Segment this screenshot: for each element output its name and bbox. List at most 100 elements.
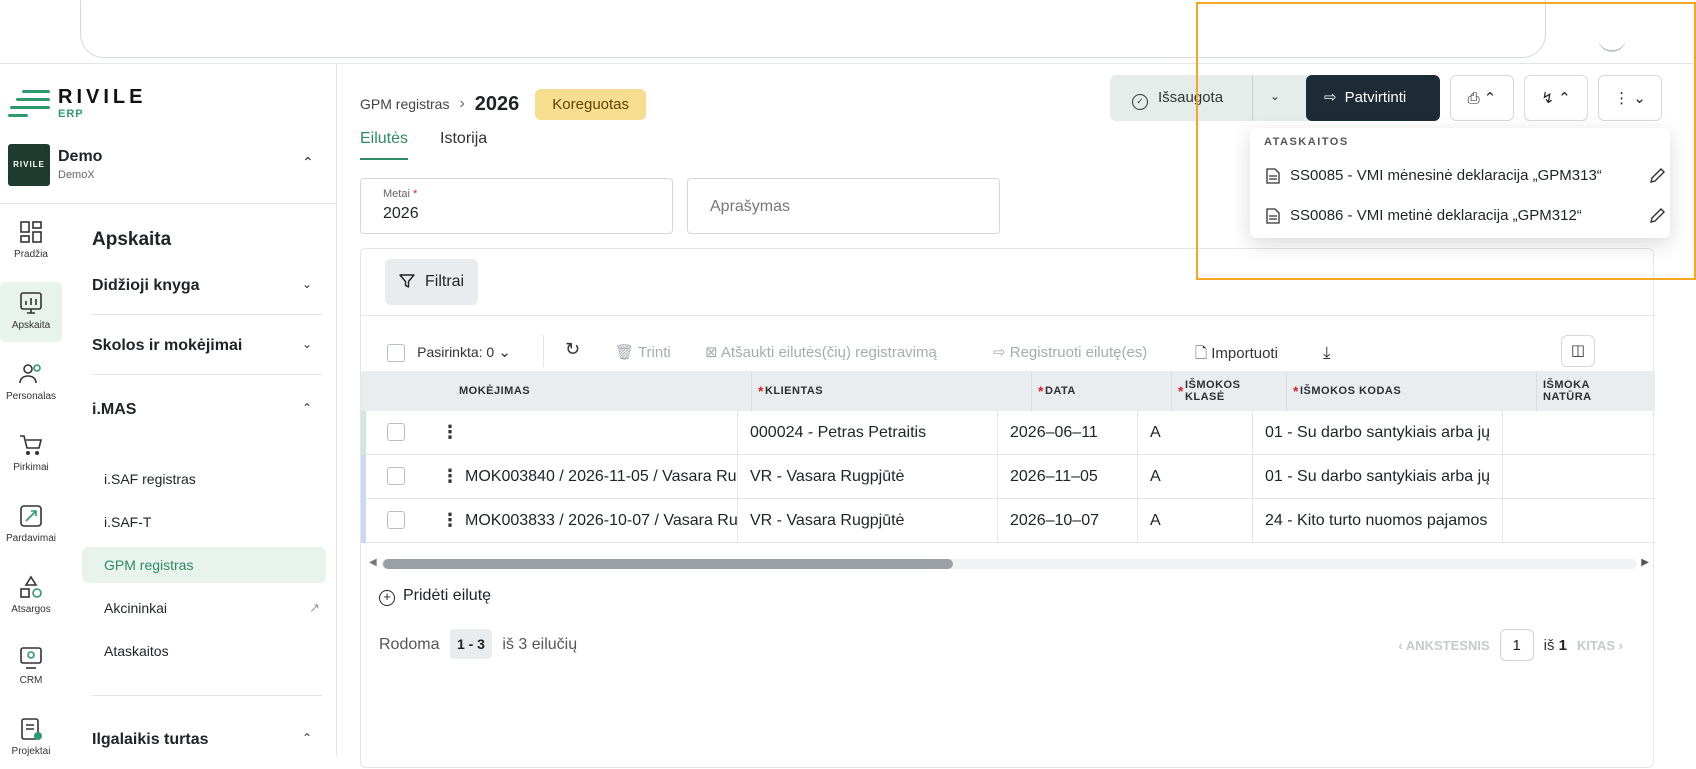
projects-icon — [18, 716, 44, 742]
table-row[interactable]: ⋮ MOK003840 / 2026-11-05 / Vasara Rugp VR … — [361, 455, 1655, 499]
app-logo[interactable]: RIVILE ERP — [6, 86, 156, 126]
cell-mokejimas: MOK003833 / 2026-10-07 / Vasara Rug — [465, 512, 737, 529]
col-ismoka-natura[interactable]: IŠMOKA NATŪRA — [1536, 371, 1636, 411]
download-icon[interactable]: ⤓ — [1323, 343, 1331, 363]
nav-section-label: i.MAS — [92, 401, 137, 418]
import-button[interactable]: 🗋 Importuoti — [1195, 343, 1278, 368]
select-all-checkbox[interactable] — [387, 344, 405, 363]
logo-subtitle: ERP — [58, 108, 84, 120]
col-mokejimas[interactable]: MOKĖJIMAS — [453, 371, 530, 411]
row-checkbox[interactable] — [387, 467, 405, 485]
cell-ismokos-kodas: 01 - Su darbo santykiais arba jų — [1252, 455, 1502, 499]
delete-button[interactable]: 🗑 Trinti — [615, 343, 671, 361]
nav-item-isaf-registras[interactable]: i.SAF registras — [82, 461, 326, 497]
scroll-left-icon[interactable]: ◀ — [369, 557, 377, 568]
col-ismokos-klase[interactable]: * IŠMOKOS KLASĖ — [1171, 371, 1286, 411]
nav-section-ilgalaikis-turtas[interactable]: Ilgalaikis turtas ⌃ — [92, 713, 322, 769]
nav-item-akcininkai[interactable]: Akcininkai ↗ — [82, 590, 326, 626]
unregister-button[interactable]: ⊠ Atšaukti eilutės(čių) registravimą — [705, 343, 937, 361]
company-logo: RIVILE — [8, 144, 50, 186]
rail-item-label: Personalas — [5, 391, 57, 402]
refresh-icon[interactable]: ↻ — [565, 339, 580, 360]
table-row[interactable]: ⋮ MOK003833 / 2026-10-07 / Vasara Rug VR -… — [361, 499, 1655, 543]
header-label: KLIENTAS — [764, 385, 824, 397]
company-name: Demo — [58, 148, 103, 165]
table-header: MOKĖJIMAS * KLIENTAS * DATA * IŠMOKOS KLASĖ… — [361, 371, 1655, 411]
company-subtitle: DemoX — [58, 169, 95, 181]
import-label: Importuoti — [1211, 345, 1278, 362]
toolbar-divider — [543, 335, 544, 367]
page-of-label: iš — [1543, 636, 1555, 654]
inventory-icon — [18, 574, 44, 600]
nav-section-imas[interactable]: i.MAS ⌃ — [92, 383, 322, 439]
file-import-icon: 🗋 — [1195, 345, 1208, 362]
rail-item-label: Projektai — [11, 746, 51, 757]
add-row-button[interactable]: + Pridėti eilutę — [379, 587, 491, 606]
rail-item-pardavimai[interactable]: Pardavimai — [0, 495, 62, 555]
tab-eilutes[interactable]: Eilutės — [360, 130, 409, 160]
scroll-right-icon[interactable]: ▶ — [1641, 557, 1649, 568]
nav-item-ataskaitos[interactable]: Ataskaitos — [82, 633, 326, 669]
cell-ismokos-kodas: 24 - Kito turto nuomos pajamos — [1252, 499, 1502, 543]
rail-item-label: Pradžia — [14, 249, 48, 260]
add-row-label: Pridėti eilutę — [403, 587, 492, 604]
cell-ismokos-klase: A — [1137, 411, 1252, 455]
columns-toggle-button[interactable]: ◫ — [1561, 335, 1595, 367]
rail-item-crm[interactable]: CRM — [0, 637, 62, 697]
prev-page-button[interactable]: ‹ ANKSTESNIS — [1398, 638, 1489, 653]
chevron-down-icon: ⌄ — [301, 277, 312, 291]
required-marker: * — [1038, 383, 1044, 399]
cell-ismokos-klase: A — [1137, 455, 1252, 499]
row-checkbox[interactable] — [387, 511, 405, 529]
nav-item-gpm-registras[interactable]: GPM registras — [82, 547, 326, 583]
rail-item-pradžia[interactable]: Pradžia — [0, 211, 62, 271]
col-klientas[interactable]: * KLIENTAS — [751, 371, 1011, 411]
select-all[interactable]: Pasirinkta: 0 ⌄ — [387, 343, 511, 363]
rail-item-pirkimai[interactable]: Pirkimai — [0, 424, 62, 484]
col-data[interactable]: * DATA — [1031, 371, 1171, 411]
rail-item-label: Apskaita — [11, 320, 51, 331]
header-label: MOKĖJIMAS — [459, 385, 531, 397]
col-ismokos-kodas[interactable]: * IŠMOKOS KODAS — [1286, 371, 1536, 411]
cell-ismoka-natura — [1502, 499, 1655, 543]
required-marker: * — [1293, 383, 1299, 399]
nav-section-didzioji-knyga[interactable]: Didžioji knyga ⌄ — [92, 259, 322, 315]
nav-section-label: Ilgalaikis turtas — [92, 731, 209, 748]
scroll-thumb[interactable] — [383, 559, 953, 569]
nav-item-label: Akcininkai — [104, 600, 168, 616]
nav-section-label: Skolos ir mokėjimai — [92, 337, 243, 354]
header-label: DATA — [1044, 385, 1076, 397]
row-checkbox[interactable] — [387, 423, 405, 441]
rail-item-atsargos[interactable]: Atsargos — [0, 566, 62, 626]
year-field[interactable]: Metai * 2026 — [360, 178, 673, 234]
pagination: Rodoma 1 - 3 iš 3 eilučių ‹ ANKSTESNIS 1… — [379, 629, 1639, 663]
row-status-bar — [361, 499, 366, 543]
table-row[interactable]: ⋮ 000024 - Petras Petraitis 2026–06–11 A 01 … — [361, 411, 1655, 455]
register-button[interactable]: ⇨ Registruoti eilutę(es) — [993, 343, 1147, 361]
page-count: 1 — [1558, 636, 1567, 654]
accounting-icon — [18, 290, 44, 316]
nav-item-isaf-t[interactable]: i.SAF-T — [82, 504, 326, 540]
horizontal-scrollbar[interactable]: ◀ ▶ — [369, 557, 1649, 571]
cell-data: 2026–11–05 — [997, 455, 1137, 499]
pager-range: 1 - 3 — [449, 629, 492, 659]
rail-item-personalas[interactable]: Personalas — [0, 353, 62, 413]
year-label: Metai * — [383, 188, 417, 200]
nav-section-skolos[interactable]: Skolos ir mokėjimai ⌄ — [92, 319, 322, 375]
page-number-input[interactable]: 1 — [1499, 629, 1534, 661]
company-selector[interactable]: RIVILE Demo DemoX ⌃ — [0, 132, 336, 204]
pager-controls: ‹ ANKSTESNIS 1 iš 1 KITAS › — [1398, 629, 1623, 661]
rail-item-apskaita[interactable]: Apskaita — [0, 282, 62, 342]
next-page-button[interactable]: KITAS › — [1577, 638, 1623, 653]
row-status-bar — [361, 411, 366, 455]
row-status-bar — [361, 455, 366, 499]
rail-item-projektai[interactable]: Projektai — [0, 708, 62, 768]
filters-button[interactable]: Filtrai — [385, 259, 478, 305]
cancel-box-icon: ⊠ — [705, 344, 718, 361]
tab-istorija[interactable]: Istorija — [440, 130, 487, 160]
cart-icon — [18, 432, 44, 458]
breadcrumb-parent[interactable]: GPM registras — [360, 96, 449, 112]
filter-icon — [399, 274, 415, 288]
description-field[interactable]: Aprašymas — [687, 178, 1000, 234]
plus-circle-icon: + — [379, 590, 395, 606]
